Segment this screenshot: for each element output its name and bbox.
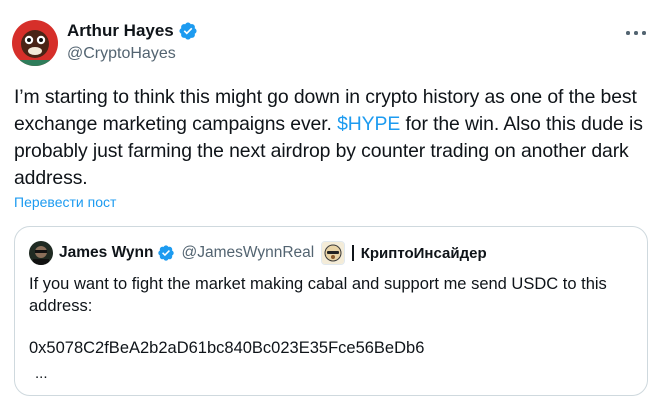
verified-badge-icon[interactable] xyxy=(178,21,198,41)
quote-avatar-image xyxy=(29,241,53,265)
affiliation-badge-icon xyxy=(321,241,346,265)
affiliation-logo-icon xyxy=(322,242,345,264)
affiliation-name: КриптоИнсайдер xyxy=(360,244,487,262)
tweet-card: Arthur Hayes @CryptoHayes I’m starting t… xyxy=(0,0,662,410)
quote-author-handle: @JamesWynnReal xyxy=(181,244,315,261)
author-handle[interactable]: @CryptoHayes xyxy=(67,45,176,63)
translate-post-link[interactable]: Перевести пост xyxy=(14,194,116,210)
quote-author-avatar xyxy=(29,241,53,265)
quote-text: If you want to fight the market making c… xyxy=(29,275,607,315)
quote-author-name: James Wynn xyxy=(59,244,154,261)
tweet-text: I’m starting to think this might go down… xyxy=(14,84,644,192)
author-name-row: Arthur Hayes xyxy=(67,20,198,42)
avatar-image xyxy=(12,20,58,66)
author-name[interactable]: Arthur Hayes xyxy=(67,20,174,42)
quoted-tweet[interactable]: James Wynn @JamesWynnReal КриптоИнсайдер… xyxy=(14,226,648,396)
quote-wallet-address: 0x5078C2fBeA2b2aD61bc840Bc023E35Fce56BeD… xyxy=(29,339,425,357)
quote-truncation-ellipsis: ... xyxy=(35,365,48,382)
affiliation-separator xyxy=(352,245,354,261)
cashtag-link[interactable]: $HYPE xyxy=(337,113,400,135)
quote-header: James Wynn @JamesWynnReal КриптоИнсайдер xyxy=(59,241,487,265)
quote-verified-badge-icon xyxy=(158,245,175,261)
more-options-icon[interactable] xyxy=(624,22,648,42)
author-avatar[interactable] xyxy=(12,20,58,66)
